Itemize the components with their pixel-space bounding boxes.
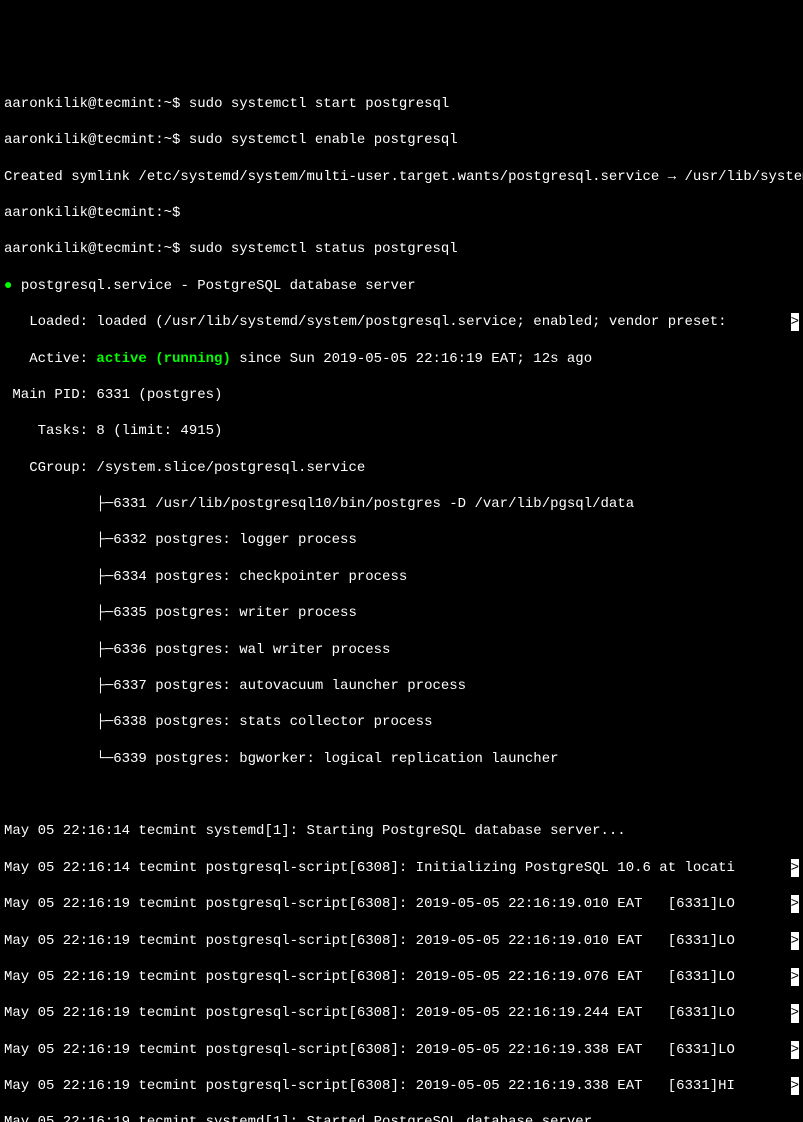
terminal-window[interactable]: aaronkilik@tecmint:~$ sudo systemctl sta… — [4, 77, 799, 1122]
process-row: ├─6331 /usr/lib/postgresql10/bin/postgre… — [4, 495, 799, 513]
truncate-indicator: > — [791, 1004, 799, 1022]
prompt-sep: : — [155, 241, 163, 257]
active-line: Active: active (running) since Sun 2019-… — [4, 350, 799, 368]
empty-prompt: aaronkilik@tecmint:~$ — [4, 204, 799, 222]
log-text: May 05 22:16:14 tecmint postgresql-scrip… — [4, 860, 735, 876]
log-text: May 05 22:16:14 tecmint systemd[1]: Star… — [4, 823, 626, 839]
prompt-user: aaronkilik — [4, 205, 88, 221]
truncate-indicator: > — [791, 968, 799, 986]
prompt-path: ~ — [164, 96, 172, 112]
log-text: May 05 22:16:19 tecmint systemd[1]: Star… — [4, 1114, 601, 1122]
process-row: └─6339 postgres: bgworker: logical repli… — [4, 750, 799, 768]
active-prefix: Active: — [4, 351, 96, 367]
tasks-line: Tasks: 8 (limit: 4915) — [4, 422, 799, 440]
command-line: aaronkilik@tecmint:~$ sudo systemctl ena… — [4, 131, 799, 149]
process-row: ├─6334 postgres: checkpointer process — [4, 568, 799, 586]
symlink-output: Created symlink /etc/systemd/system/mult… — [4, 168, 799, 186]
log-row: May 05 22:16:19 tecmint systemd[1]: Star… — [4, 1113, 799, 1122]
log-row: May 05 22:16:19 tecmint postgresql-scrip… — [4, 932, 799, 950]
truncate-indicator: > — [791, 895, 799, 913]
blank-line — [4, 786, 799, 804]
prompt-host: tecmint — [96, 241, 155, 257]
truncate-indicator: > — [791, 1077, 799, 1095]
truncate-indicator: > — [791, 1041, 799, 1059]
log-row: May 05 22:16:19 tecmint postgresql-scrip… — [4, 1004, 799, 1022]
truncate-indicator: > — [791, 932, 799, 950]
truncate-indicator: > — [791, 859, 799, 877]
prompt-symbol: $ — [172, 241, 180, 257]
log-text: May 05 22:16:19 tecmint postgresql-scrip… — [4, 969, 735, 985]
process-row: ├─6335 postgres: writer process — [4, 604, 799, 622]
prompt-sep: : — [155, 205, 163, 221]
log-row: May 05 22:16:14 tecmint systemd[1]: Star… — [4, 822, 799, 840]
main-pid-line: Main PID: 6331 (postgres) — [4, 386, 799, 404]
log-row: May 05 22:16:19 tecmint postgresql-scrip… — [4, 895, 799, 913]
prompt-path: ~ — [164, 132, 172, 148]
active-suffix: since Sun 2019-05-05 22:16:19 EAT; 12s a… — [231, 351, 592, 367]
prompt-sep: : — [155, 96, 163, 112]
service-header: ● postgresql.service - PostgreSQL databa… — [4, 277, 799, 295]
command-line: aaronkilik@tecmint:~$ sudo systemctl sta… — [4, 95, 799, 113]
prompt-path: ~ — [164, 241, 172, 257]
log-row: May 05 22:16:14 tecmint postgresql-scrip… — [4, 859, 799, 877]
status-dot-icon: ● — [4, 278, 12, 294]
loaded-text: Loaded: loaded (/usr/lib/systemd/system/… — [4, 314, 735, 330]
prompt-user: aaronkilik — [4, 241, 88, 257]
prompt-symbol: $ — [172, 205, 180, 221]
process-row: ├─6336 postgres: wal writer process — [4, 641, 799, 659]
prompt-user: aaronkilik — [4, 132, 88, 148]
service-name: postgresql.service - PostgreSQL database… — [21, 278, 416, 294]
prompt-symbol: $ — [172, 132, 180, 148]
log-text: May 05 22:16:19 tecmint postgresql-scrip… — [4, 1005, 735, 1021]
command-line: aaronkilik@tecmint:~$ sudo systemctl sta… — [4, 240, 799, 258]
log-text: May 05 22:16:19 tecmint postgresql-scrip… — [4, 896, 735, 912]
prompt-host: tecmint — [96, 132, 155, 148]
start-command: sudo systemctl start postgresql — [189, 96, 449, 112]
loaded-line: Loaded: loaded (/usr/lib/systemd/system/… — [4, 313, 799, 331]
prompt-host: tecmint — [96, 205, 155, 221]
prompt-sep: : — [155, 132, 163, 148]
log-row: May 05 22:16:19 tecmint postgresql-scrip… — [4, 1041, 799, 1059]
log-row: May 05 22:16:19 tecmint postgresql-scrip… — [4, 968, 799, 986]
process-row: ├─6338 postgres: stats collector process — [4, 713, 799, 731]
prompt-user: aaronkilik — [4, 96, 88, 112]
status-command: sudo systemctl status postgresql — [189, 241, 458, 257]
cgroup-line: CGroup: /system.slice/postgresql.service — [4, 459, 799, 477]
active-status: active (running) — [96, 351, 230, 367]
log-row: May 05 22:16:19 tecmint postgresql-scrip… — [4, 1077, 799, 1095]
truncate-indicator: > — [791, 313, 799, 331]
prompt-path: ~ — [164, 205, 172, 221]
enable-command: sudo systemctl enable postgresql — [189, 132, 458, 148]
process-row: ├─6337 postgres: autovacuum launcher pro… — [4, 677, 799, 695]
prompt-host: tecmint — [96, 96, 155, 112]
log-text: May 05 22:16:19 tecmint postgresql-scrip… — [4, 1042, 735, 1058]
log-text: May 05 22:16:19 tecmint postgresql-scrip… — [4, 1078, 735, 1094]
log-text: May 05 22:16:19 tecmint postgresql-scrip… — [4, 933, 735, 949]
process-row: ├─6332 postgres: logger process — [4, 531, 799, 549]
prompt-symbol: $ — [172, 96, 180, 112]
